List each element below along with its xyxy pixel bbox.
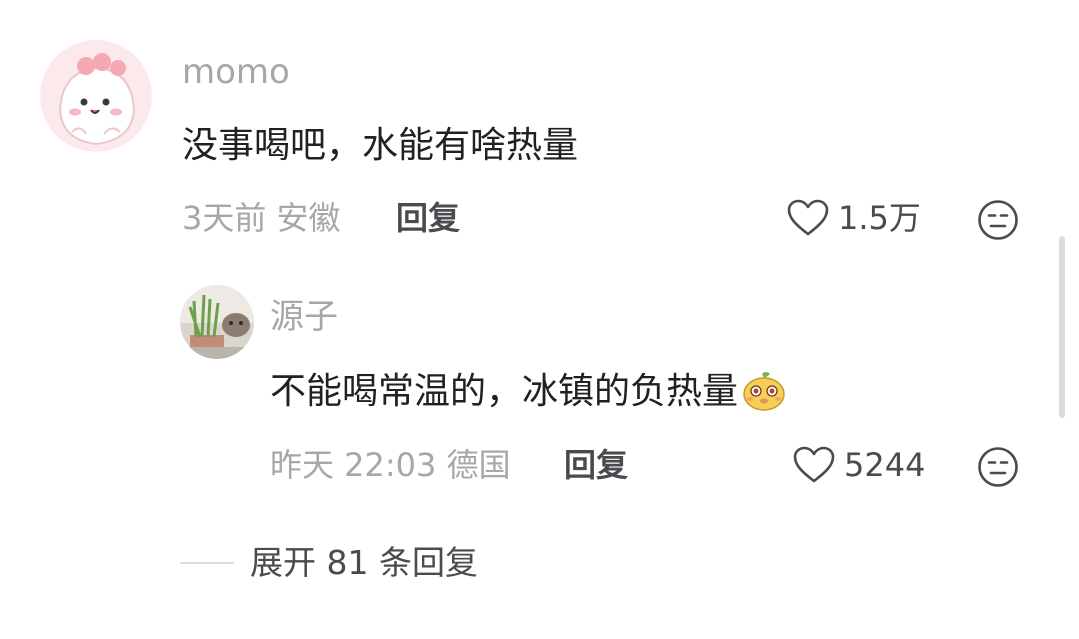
scrollbar[interactable]	[1059, 236, 1065, 418]
user-avatar[interactable]	[40, 40, 152, 152]
reply-user-avatar[interactable]	[180, 285, 254, 359]
comment-thread: momo 没事喝吧，水能有啥热量 3天前 安徽 回复 1.5万 源子 不能喝常温…	[0, 0, 1079, 639]
meh-face-icon[interactable]	[977, 199, 1019, 241]
like-button[interactable]: 1.5万	[786, 198, 921, 238]
heart-outline-icon	[793, 446, 835, 483]
reply-location: 德国	[446, 446, 511, 484]
reply-reply-button[interactable]: 回复	[564, 445, 628, 485]
divider-line	[180, 562, 234, 564]
meh-face-icon[interactable]	[977, 446, 1019, 488]
cute-yellow-face-emoji	[743, 372, 785, 411]
heart-outline-icon	[787, 199, 829, 236]
reply-meta: 昨天 22:03 德国	[270, 445, 511, 485]
reply-button[interactable]: 回复	[396, 198, 460, 238]
reply-text-body: 不能喝常温的，冰镇的负热量	[270, 371, 739, 412]
reply-text: 不能喝常温的，冰镇的负热量	[270, 368, 786, 414]
expand-replies-label: 展开 81 条回复	[250, 543, 478, 582]
comment-meta: 3天前 安徽	[182, 198, 341, 238]
comment-time: 3天前	[182, 199, 267, 237]
comment-location: 安徽	[276, 199, 341, 237]
comment-text: 没事喝吧，水能有啥热量	[182, 125, 579, 166]
comment-username[interactable]: momo	[182, 52, 290, 92]
reply-time: 昨天 22:03	[270, 446, 437, 484]
reply-like-count: 5244	[844, 446, 926, 484]
like-count: 1.5万	[838, 199, 921, 237]
expand-replies-button[interactable]: 展开 81 条回复	[180, 542, 478, 584]
reply-username[interactable]: 源子	[270, 297, 338, 337]
reply-like-button[interactable]: 5244	[792, 445, 925, 485]
